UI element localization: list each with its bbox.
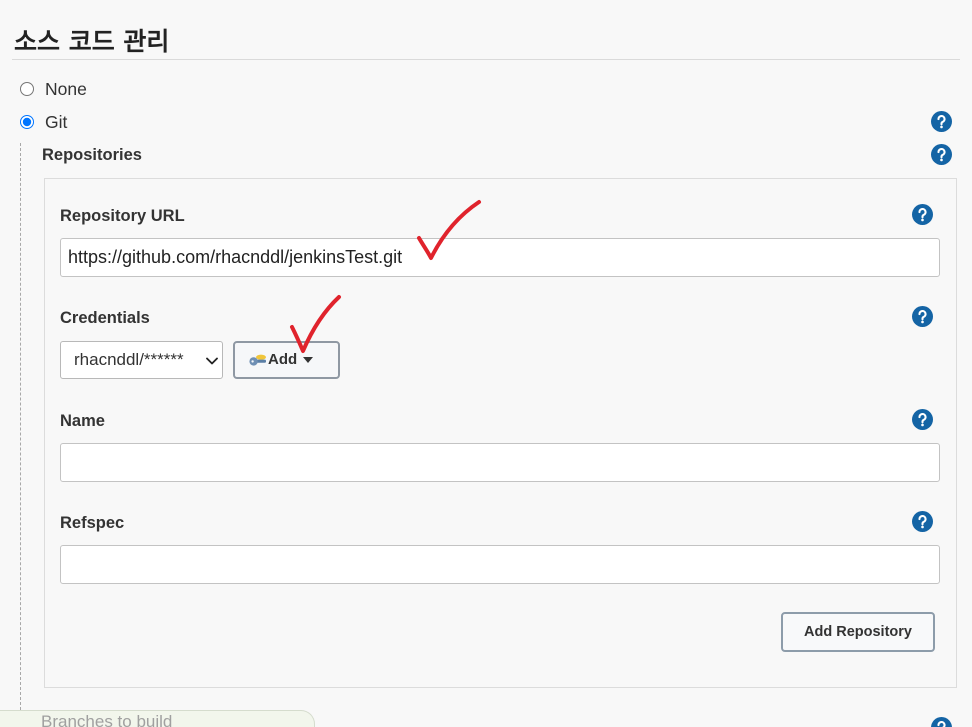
radio-label-none: None	[45, 79, 87, 99]
git-help-icon[interactable]	[931, 111, 952, 132]
repositories-help-icon[interactable]	[931, 144, 952, 165]
repository-panel: Repository URL Credentials rhacnddl/****…	[44, 178, 957, 688]
radio-git[interactable]	[20, 115, 34, 129]
scm-option-git[interactable]: Git	[20, 111, 67, 133]
repository-url-help-icon[interactable]	[912, 204, 933, 225]
credentials-help-icon[interactable]	[912, 306, 933, 327]
section-divider	[12, 59, 960, 60]
branches-help-icon[interactable]	[931, 717, 952, 727]
scm-config-page: 소스 코드 관리 None Git Repositories Repositor…	[0, 0, 972, 727]
git-options-indent-line	[20, 143, 21, 710]
section-title: 소스 코드 관리	[14, 27, 170, 56]
add-credentials-button[interactable]: Add	[233, 341, 340, 379]
radio-label-git: Git	[45, 112, 68, 132]
name-label: Name	[60, 412, 105, 430]
caret-down-icon	[303, 357, 314, 363]
branches-to-build-section: Branches to build	[0, 710, 315, 727]
branches-to-build-label: Branches to build	[41, 712, 173, 727]
name-help-icon[interactable]	[912, 409, 933, 430]
refspec-label: Refspec	[60, 514, 125, 532]
chevron-down-icon	[206, 357, 218, 365]
repository-url-label: Repository URL	[60, 207, 185, 225]
refspec-help-icon[interactable]	[912, 511, 933, 532]
credentials-selected-value: rhacnddl/******	[74, 350, 184, 369]
repositories-label: Repositories	[42, 146, 142, 164]
add-repository-button[interactable]: Add Repository	[781, 612, 935, 652]
add-credentials-label: Add	[268, 351, 298, 368]
credentials-select[interactable]: rhacnddl/******	[60, 341, 223, 379]
key-icon	[249, 354, 266, 366]
credentials-label: Credentials	[60, 309, 150, 327]
help-icon	[931, 111, 952, 132]
refspec-input[interactable]	[60, 545, 940, 584]
help-icon	[931, 144, 952, 165]
help-icon	[912, 511, 933, 532]
repository-url-input[interactable]	[60, 238, 940, 277]
radio-none[interactable]	[20, 82, 34, 96]
scm-option-none[interactable]: None	[20, 78, 87, 100]
help-icon	[912, 306, 933, 327]
help-icon	[912, 409, 933, 430]
name-input[interactable]	[60, 443, 940, 482]
help-icon	[912, 204, 933, 225]
